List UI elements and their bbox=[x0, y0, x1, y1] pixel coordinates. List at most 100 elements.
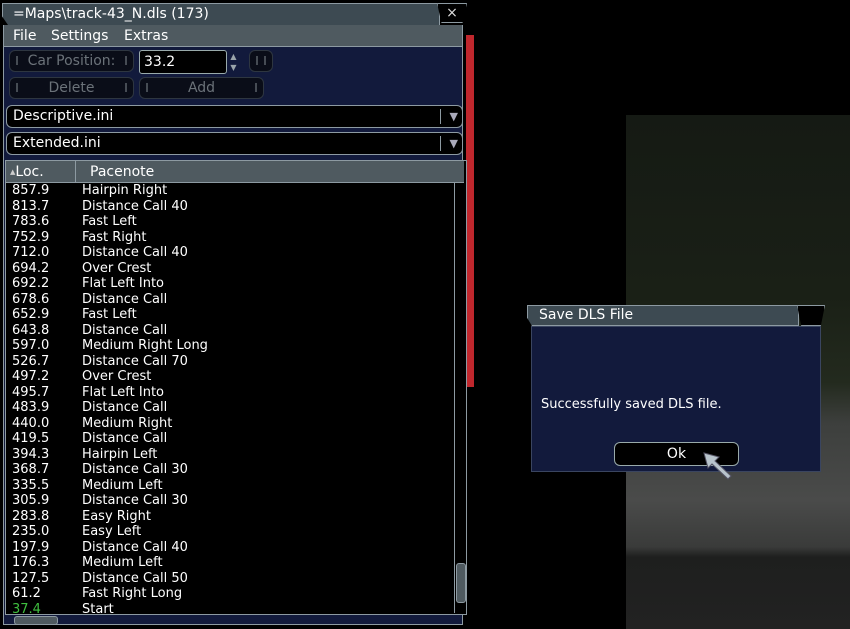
mouse-cursor-icon bbox=[703, 452, 732, 480]
cell-pacenote: Distance Call 30 bbox=[82, 462, 188, 477]
cell-loc: 394.3 bbox=[12, 446, 50, 462]
extra-toggle-button[interactable] bbox=[249, 50, 273, 72]
table-row[interactable]: 176.3 Medium Left bbox=[6, 555, 452, 571]
dropdown-arrow-icon[interactable]: ▼ bbox=[440, 136, 458, 151]
cell-pacenote: Hairpin Right bbox=[82, 183, 168, 198]
cell-pacenote: Distance Call bbox=[82, 322, 168, 338]
cell-loc: 368.7 bbox=[12, 462, 50, 477]
table-row[interactable]: 305.9 Distance Call 30 bbox=[6, 493, 452, 509]
table-row[interactable]: 197.9 Distance Call 40 bbox=[6, 540, 452, 556]
window-titlebar[interactable]: =Maps\track-43_N.dls (173) bbox=[2, 3, 440, 25]
cell-loc: 440.0 bbox=[12, 415, 50, 431]
table-row[interactable]: 643.8 Distance Call bbox=[6, 323, 452, 339]
cell-pacenote: Flat Left Into bbox=[82, 276, 164, 291]
table-row[interactable]: 335.5 Medium Left bbox=[6, 478, 452, 494]
table-row[interactable]: 694.2 Over Crest bbox=[6, 261, 452, 277]
cell-pacenote: Distance Call bbox=[82, 291, 168, 307]
menu-file[interactable]: File bbox=[13, 28, 36, 44]
cell-loc: 783.6 bbox=[12, 214, 50, 229]
table-row[interactable]: 652.9 Fast Left bbox=[6, 307, 452, 323]
cell-loc: 813.7 bbox=[12, 198, 50, 214]
cell-loc: 857.9 bbox=[12, 183, 50, 198]
cell-pacenote: Distance Call 70 bbox=[82, 353, 188, 369]
cell-pacenote: Easy Left bbox=[82, 524, 142, 539]
menu-settings[interactable]: Settings bbox=[51, 28, 108, 44]
cell-loc: 692.2 bbox=[12, 276, 50, 291]
dialog-titlebar[interactable]: Save DLS File bbox=[527, 305, 799, 326]
cell-loc: 305.9 bbox=[12, 493, 50, 508]
menu-bar: File Settings Extras bbox=[4, 25, 462, 47]
dropdown-arrow-icon[interactable]: ▼ bbox=[440, 109, 458, 124]
dls-editor-window: =Maps\track-43_N.dls (173) × File Settin… bbox=[0, 0, 467, 629]
table-row[interactable]: 678.6 Distance Call bbox=[6, 292, 452, 308]
table-row[interactable]: 712.0 Distance Call 40 bbox=[6, 245, 452, 261]
table-row[interactable]: 692.2 Flat Left Into bbox=[6, 276, 452, 292]
cell-pacenote: Hairpin Left bbox=[82, 446, 158, 462]
car-position-input[interactable]: 33.2 bbox=[139, 50, 227, 74]
table-row[interactable]: 127.5 Distance Call 50 bbox=[6, 571, 452, 587]
horizontal-scroll-thumb[interactable] bbox=[14, 616, 58, 625]
spin-down-icon[interactable]: ▼ bbox=[228, 62, 239, 73]
car-position-button[interactable]: Car Position: bbox=[9, 50, 134, 72]
car-position-spinner[interactable]: ▲ ▼ bbox=[228, 51, 239, 73]
cell-loc: 127.5 bbox=[12, 570, 50, 586]
dialog-corner bbox=[797, 305, 825, 326]
cell-loc: 526.7 bbox=[12, 353, 50, 369]
cell-pacenote: Distance Call bbox=[82, 400, 168, 415]
table-row[interactable]: 497.2 Over Crest bbox=[6, 369, 452, 385]
table-row[interactable]: 61.2 Fast Right Long bbox=[6, 586, 452, 602]
cell-pacenote: Distance Call bbox=[82, 431, 168, 446]
delete-button[interactable]: Delete bbox=[9, 77, 134, 99]
column-loc[interactable]: ▲Loc. bbox=[6, 161, 76, 183]
table-row[interactable]: 283.8 Easy Right bbox=[6, 509, 452, 525]
column-pacenote[interactable]: Pacenote bbox=[90, 161, 154, 183]
list-header: ▲Loc. Pacenote bbox=[6, 161, 464, 183]
table-row[interactable]: 440.0 Medium Right bbox=[6, 416, 452, 432]
extended-select[interactable]: Extended.ini ▼ bbox=[6, 132, 463, 155]
cell-pacenote: Fast Right bbox=[82, 229, 147, 245]
spin-up-icon[interactable]: ▲ bbox=[228, 51, 239, 62]
cell-pacenote: Medium Right bbox=[82, 415, 173, 431]
cell-loc: 197.9 bbox=[12, 539, 50, 555]
table-row[interactable]: 813.7 Distance Call 40 bbox=[6, 199, 452, 215]
pacenote-list: ▲Loc. Pacenote 857.9 Hairpin Right 813.7 Di… bbox=[5, 160, 467, 617]
close-button[interactable]: × bbox=[437, 3, 467, 23]
cell-loc: 61.2 bbox=[12, 586, 41, 601]
horizontal-scrollbar[interactable] bbox=[5, 614, 451, 626]
cell-loc: 652.9 bbox=[12, 307, 50, 322]
list-rows: 857.9 Hairpin Right 813.7 Distance Call 40 7… bbox=[6, 183, 452, 617]
cell-loc: 283.8 bbox=[12, 508, 50, 524]
table-row[interactable]: 235.0 Easy Left bbox=[6, 524, 452, 540]
vertical-scrollbar[interactable] bbox=[454, 183, 466, 613]
table-row[interactable]: 419.5 Distance Call bbox=[6, 431, 452, 447]
cell-pacenote: Medium Left bbox=[82, 555, 163, 570]
cell-loc: 694.2 bbox=[12, 260, 50, 276]
table-row[interactable]: 783.6 Fast Left bbox=[6, 214, 452, 230]
table-row[interactable]: 495.7 Flat Left Into bbox=[6, 385, 452, 401]
dialog-title: Save DLS File bbox=[539, 307, 634, 323]
cell-loc: 597.0 bbox=[12, 338, 50, 353]
table-row[interactable]: 368.7 Distance Call 30 bbox=[6, 462, 452, 478]
cell-pacenote: Distance Call 50 bbox=[82, 570, 188, 586]
background-red-strip bbox=[466, 35, 474, 387]
table-row[interactable]: 394.3 Hairpin Left bbox=[6, 447, 452, 463]
table-row[interactable]: 483.9 Distance Call bbox=[6, 400, 452, 416]
cell-pacenote: Fast Right Long bbox=[82, 586, 183, 601]
cell-loc: 235.0 bbox=[12, 524, 50, 539]
menu-extras[interactable]: Extras bbox=[124, 28, 168, 44]
cell-loc: 495.7 bbox=[12, 384, 50, 400]
table-row[interactable]: 597.0 Medium Right Long bbox=[6, 338, 452, 354]
cell-pacenote: Distance Call 30 bbox=[82, 493, 188, 508]
table-row[interactable]: 752.9 Fast Right bbox=[6, 230, 452, 246]
cell-loc: 712.0 bbox=[12, 245, 50, 260]
add-button[interactable]: Add bbox=[139, 77, 264, 99]
descriptive-select[interactable]: Descriptive.ini ▼ bbox=[6, 105, 463, 128]
cell-loc: 335.5 bbox=[12, 477, 50, 493]
cell-pacenote: Easy Right bbox=[82, 508, 152, 524]
cell-pacenote: Fast Left bbox=[82, 214, 137, 229]
cell-loc: 752.9 bbox=[12, 229, 50, 245]
cell-pacenote: Distance Call 40 bbox=[82, 198, 188, 214]
table-row[interactable]: 857.9 Hairpin Right bbox=[6, 183, 452, 199]
vertical-scroll-thumb[interactable] bbox=[456, 563, 466, 603]
table-row[interactable]: 526.7 Distance Call 70 bbox=[6, 354, 452, 370]
